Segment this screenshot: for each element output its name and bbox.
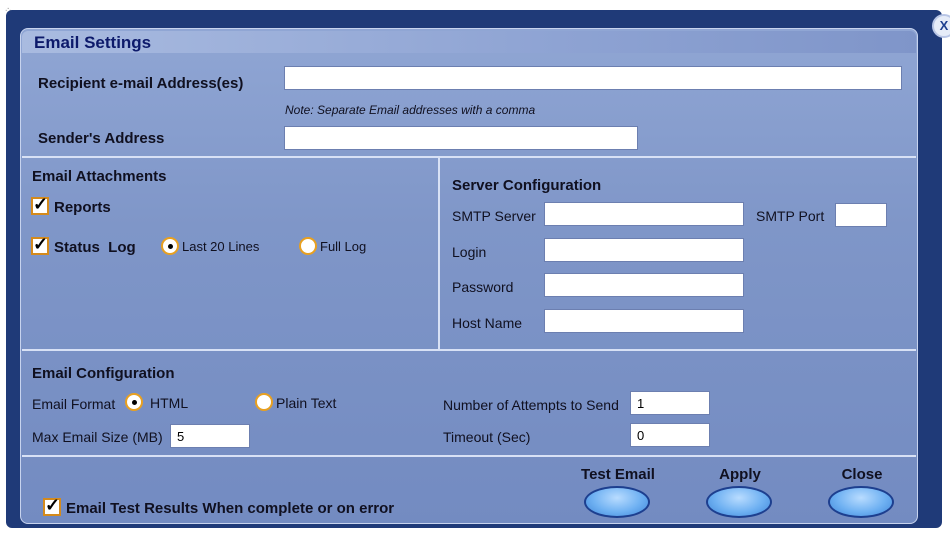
html-radio[interactable]: [125, 393, 143, 411]
format-label: Email Format: [32, 396, 116, 412]
password-input[interactable]: [544, 273, 744, 297]
attachments-heading: Email Attachments: [32, 168, 167, 185]
title-bar: [22, 31, 916, 53]
divider-vertical: [438, 157, 440, 349]
reports-label: Reports: [54, 199, 111, 216]
last20-label: Last 20 Lines: [182, 239, 260, 254]
password-label: Password: [452, 279, 514, 295]
login-input[interactable]: [544, 238, 744, 262]
config-heading: Email Configuration: [32, 365, 175, 382]
html-label: HTML: [150, 395, 189, 411]
fulllog-radio[interactable]: [299, 237, 317, 255]
status-log-label: Status Log: [54, 239, 136, 256]
status-log-checkbox[interactable]: [31, 234, 49, 255]
host-name-input[interactable]: [544, 309, 744, 333]
email-results-checkbox[interactable]: [43, 495, 61, 516]
smtp-port-input[interactable]: [835, 203, 887, 227]
sender-input[interactable]: [284, 126, 638, 150]
email-results-label: Email Test Results When complete or on e…: [66, 500, 395, 517]
test-email-button[interactable]: [584, 486, 650, 518]
login-label: Login: [452, 244, 487, 260]
server-heading: Server Configuration: [452, 177, 602, 194]
max-size-input[interactable]: [170, 424, 250, 448]
divider-bottom: [22, 455, 916, 457]
max-size-label: Max Email Size (MB): [32, 429, 163, 445]
divider-top: [22, 156, 916, 158]
recipient-note: Note: Separate Email addresses with a co…: [285, 103, 536, 117]
close-x-icon[interactable]: X: [932, 14, 950, 38]
timeout-label: Timeout (Sec): [443, 429, 531, 445]
divider-middle: [22, 349, 916, 351]
timeout-input[interactable]: [630, 423, 710, 447]
close-button[interactable]: [828, 486, 894, 518]
host-name-label: Host Name: [452, 315, 523, 331]
recipient-label: Recipient e-mail Address(es): [38, 75, 244, 92]
last20-radio[interactable]: [161, 237, 179, 255]
test-email-label: Test Email: [581, 466, 655, 483]
reports-checkbox[interactable]: [31, 194, 49, 215]
plain-text-radio[interactable]: [255, 393, 273, 411]
fulllog-label: Full Log: [320, 239, 367, 254]
smtp-server-input[interactable]: [544, 202, 744, 226]
recipient-input[interactable]: [284, 66, 902, 90]
smtp-port-label: SMTP Port: [756, 208, 825, 224]
attempts-label: Number of Attempts to Send: [443, 397, 619, 413]
smtp-server-label: SMTP Server: [452, 208, 536, 224]
plain-text-label: Plain Text: [276, 395, 337, 411]
close-label: Close: [841, 466, 883, 483]
attempts-input[interactable]: [630, 391, 710, 415]
apply-label: Apply: [719, 466, 761, 483]
apply-button[interactable]: [706, 486, 772, 518]
sender-label: Sender's Address: [38, 130, 165, 147]
dialog-title: Email Settings: [34, 33, 152, 52]
